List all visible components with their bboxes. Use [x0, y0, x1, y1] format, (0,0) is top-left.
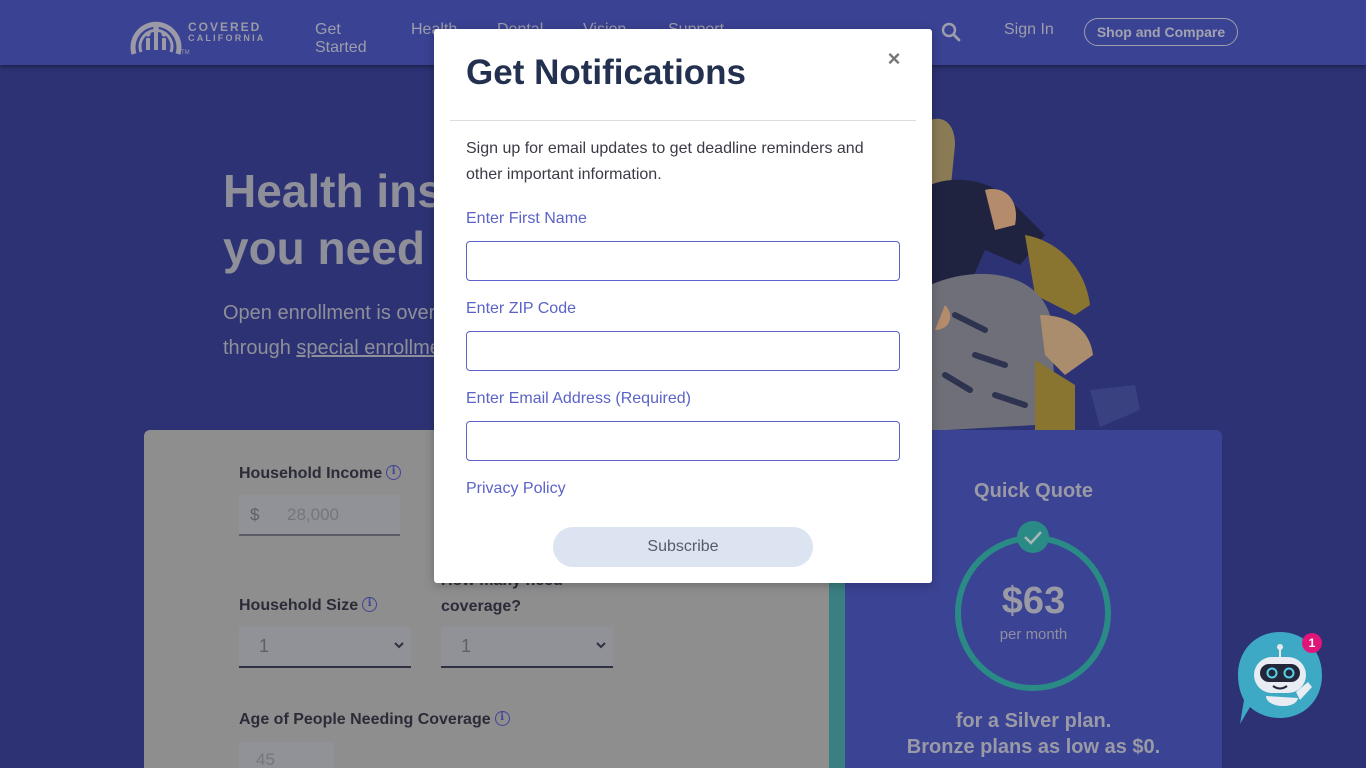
logo-arch-icon	[130, 21, 182, 55]
coverage-count-label-line2: coverage?	[441, 598, 522, 615]
household-size-label-text: Household Size	[239, 597, 359, 614]
logo-line1: COVERED	[188, 20, 262, 34]
hero-subtitle-prefix: through	[223, 337, 297, 359]
household-size-value: 1	[259, 636, 270, 656]
email-label: Enter Email Address (Required)	[466, 390, 691, 407]
age-value: 45	[256, 750, 275, 768]
coverage-count-value: 1	[461, 636, 472, 656]
logo-line2: CALIFORNIA	[188, 33, 266, 43]
logo-wordmark: COVERED CALIFORNIA	[188, 20, 266, 44]
household-income-value: 28,000	[287, 505, 339, 524]
search-icon[interactable]	[941, 22, 961, 42]
logo-trademark: TM	[181, 50, 190, 56]
info-icon[interactable]: i	[362, 597, 378, 612]
check-badge	[1017, 521, 1049, 553]
quote-bronze-text: Bronze plans as low as $0.	[906, 736, 1161, 758]
info-icon[interactable]: i	[386, 465, 402, 480]
shop-and-compare-button[interactable]: Shop and Compare	[1084, 18, 1238, 46]
age-input[interactable]: 45	[239, 742, 334, 768]
age-label-text: Age of People Needing Coverage	[239, 711, 491, 728]
info-icon[interactable]: i	[494, 711, 510, 726]
quote-plan-text: for a Silver plan.	[955, 710, 1112, 732]
get-notifications-modal: Get Notifications × Sign up for email up…	[434, 29, 932, 583]
quote-period: per month	[999, 626, 1068, 643]
household-size-select[interactable]: 1	[239, 627, 411, 668]
currency-symbol: $	[250, 505, 260, 524]
close-icon[interactable]: ×	[884, 46, 904, 71]
coverage-count-select[interactable]: 1	[441, 627, 613, 668]
first-name-label: Enter First Name	[466, 210, 587, 227]
family-hero-photo	[930, 118, 1140, 431]
chevron-down-icon	[394, 642, 404, 649]
nav-get-started[interactable]: Get Started	[315, 21, 367, 57]
modal-divider	[450, 120, 916, 121]
first-name-input[interactable]	[466, 241, 900, 281]
household-income-label: Household Income i	[239, 461, 402, 487]
chevron-down-icon	[596, 642, 606, 649]
household-income-label-text: Household Income	[239, 465, 383, 482]
household-income-input[interactable]: $ 28,000	[239, 495, 400, 536]
sign-in-link[interactable]: Sign In	[1004, 21, 1054, 39]
covered-california-logo[interactable]: COVERED CALIFORNIA TM	[128, 8, 268, 58]
quote-price: $63	[1001, 580, 1066, 622]
zip-code-input[interactable]	[466, 331, 900, 371]
chatbot-launcher[interactable]: 1	[1236, 630, 1326, 726]
household-size-label: Household Size i	[239, 593, 378, 619]
modal-description: Sign up for email updates to get deadlin…	[466, 140, 864, 183]
chatbot-notification-badge: 1	[1302, 633, 1322, 653]
subscribe-button[interactable]: Subscribe	[553, 527, 813, 567]
zip-code-label: Enter ZIP Code	[466, 300, 576, 317]
privacy-policy-link[interactable]: Privacy Policy	[466, 480, 566, 498]
age-label: Age of People Needing Coverage i	[239, 707, 510, 733]
modal-title: Get Notifications	[466, 53, 747, 92]
email-input[interactable]	[466, 421, 900, 461]
